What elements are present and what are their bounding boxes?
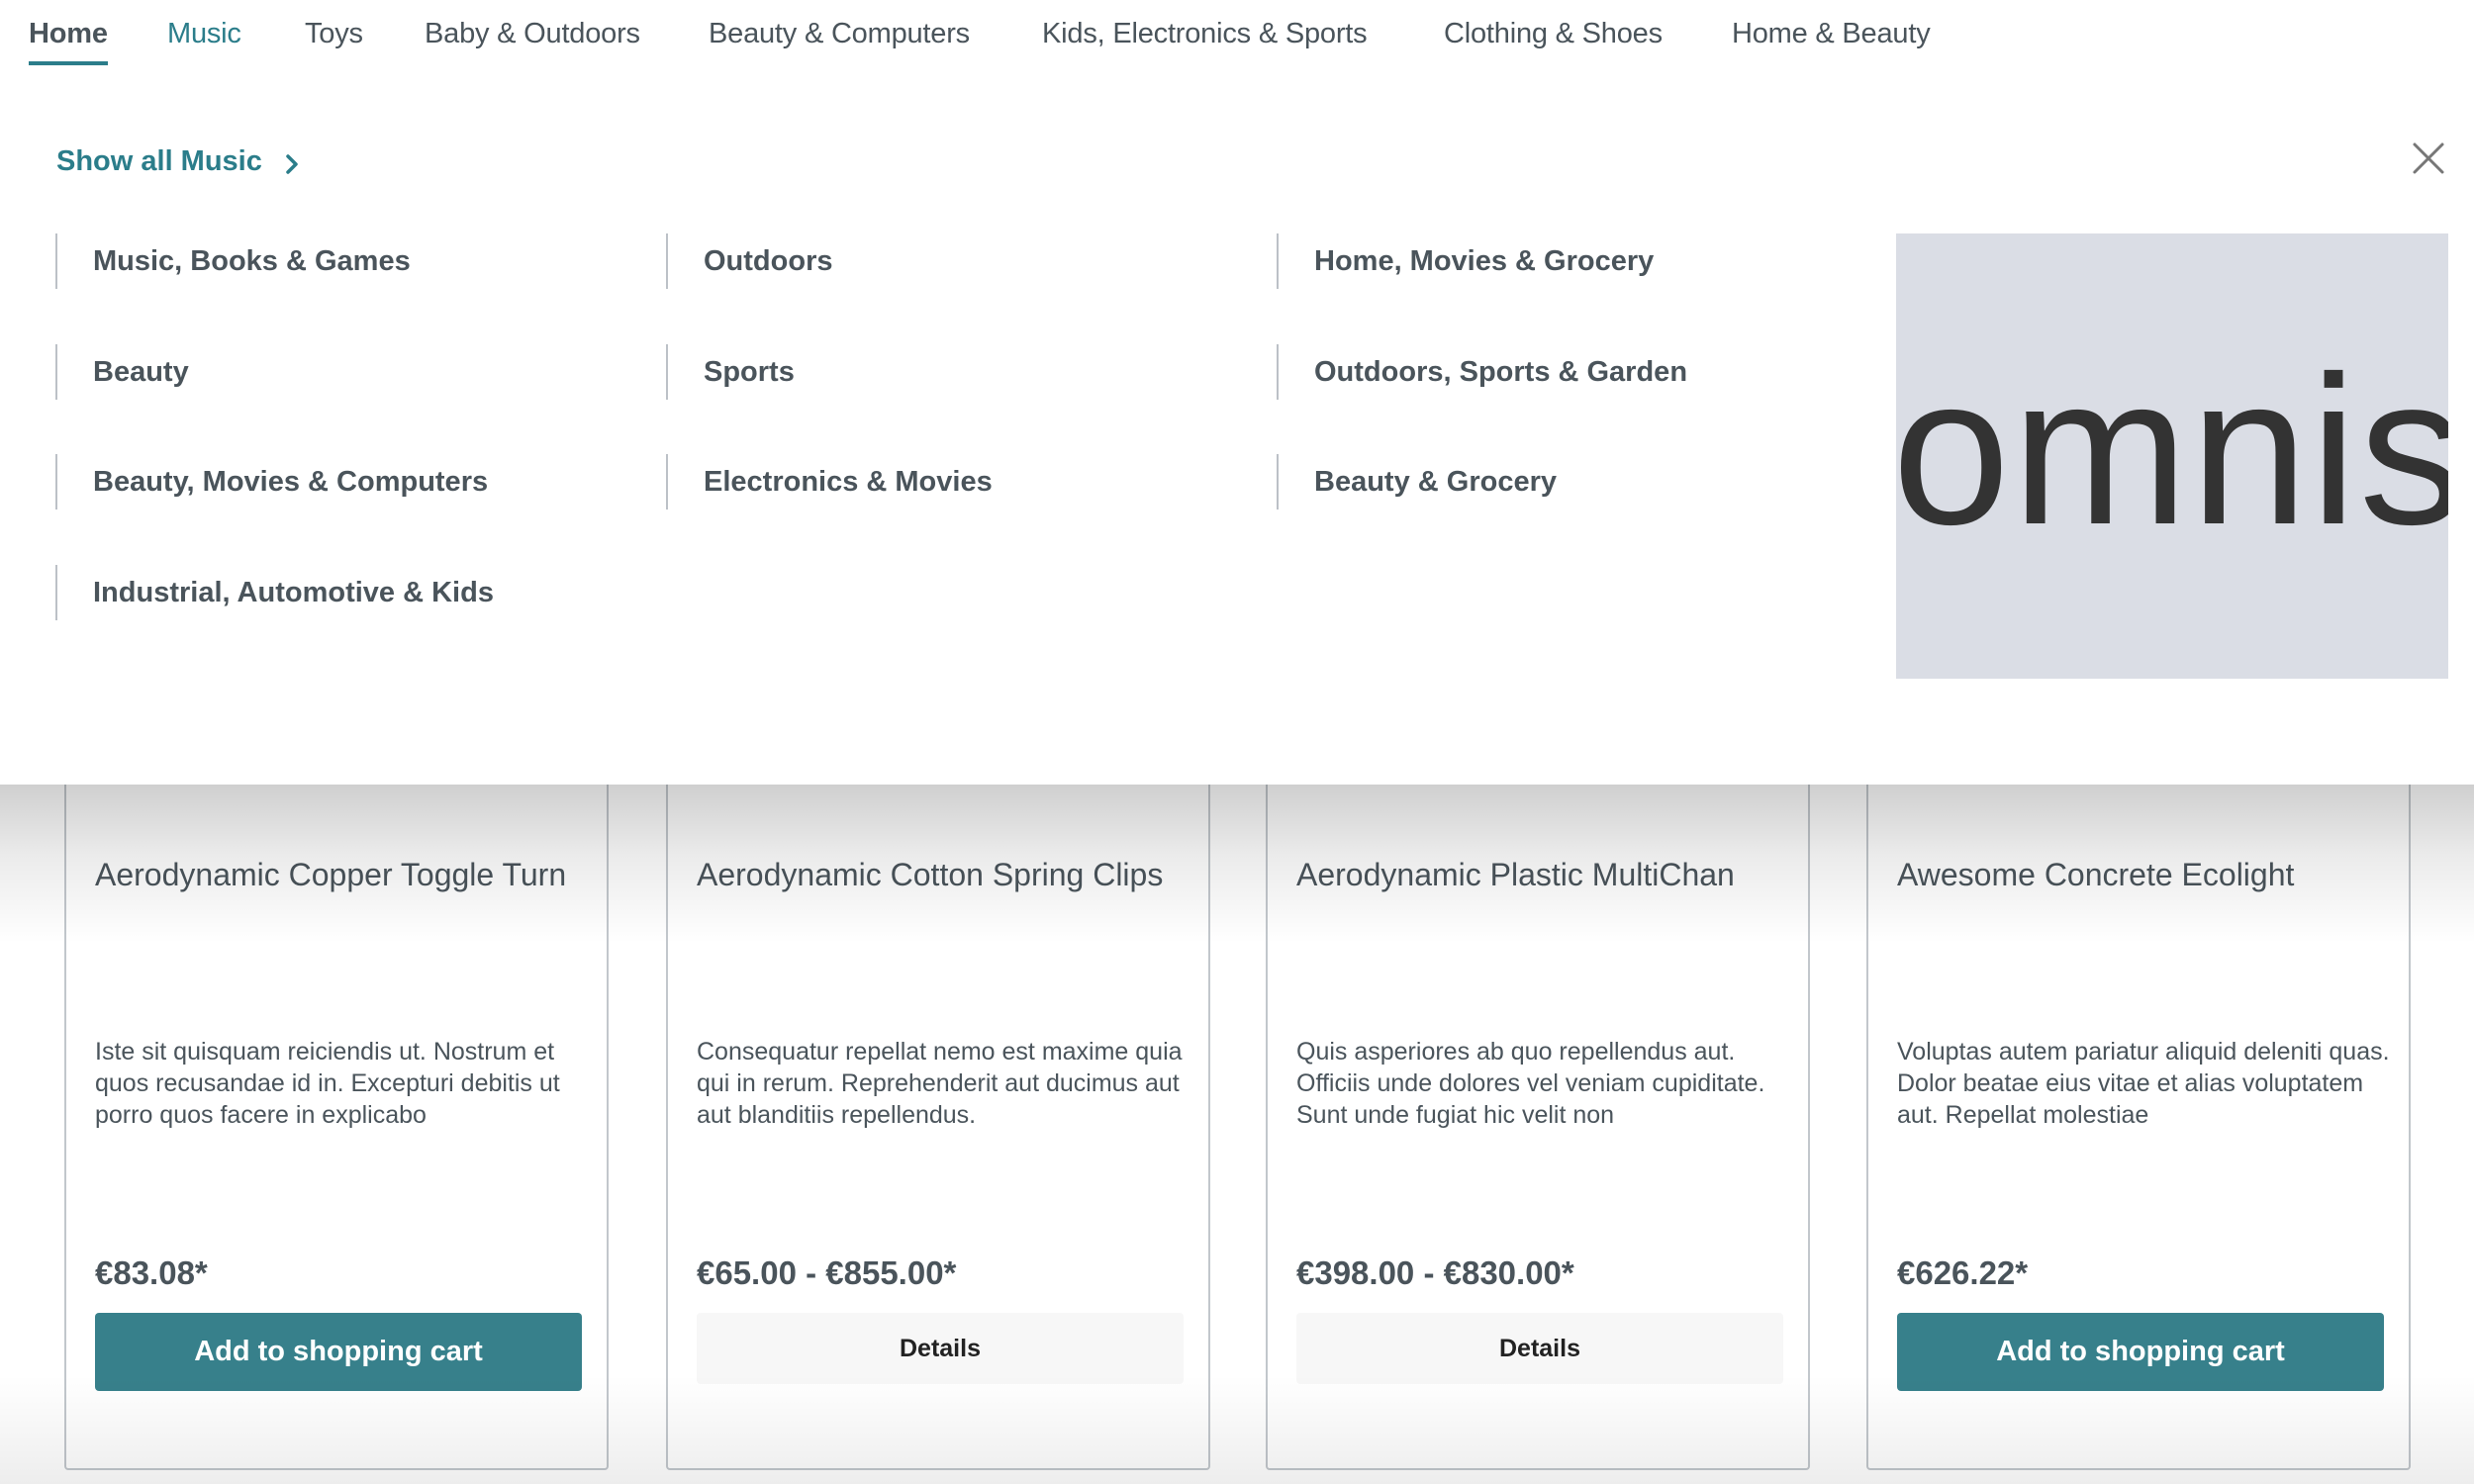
product-card: Aerodynamic Cotton Spring Clips Consequa… [666,745,1210,1470]
category-link[interactable]: Music, Books & Games [55,233,411,289]
product-title[interactable]: Aerodynamic Copper Toggle Turn [95,855,590,894]
product-listing: Aerodynamic Copper Toggle Turn Iste sit … [0,745,2474,1484]
nav-item-clothing-shoes[interactable]: Clothing & Shoes [1444,14,1663,53]
category-link[interactable]: Home, Movies & Grocery [1277,233,1654,289]
product-title[interactable]: Aerodynamic Cotton Spring Clips [697,855,1191,894]
details-button[interactable]: Details [697,1313,1184,1384]
nav-item-music[interactable]: Music [167,14,241,53]
nav-item-home[interactable]: Home [29,14,108,65]
navigation-flyout: Show all Music Music, Books & Games Beau… [0,71,2474,785]
promo-image-text: omnis [1896,332,2448,569]
category-link[interactable]: Beauty [55,344,189,400]
product-card: Awesome Concrete Ecolight Voluptas autem… [1866,745,2411,1470]
category-link[interactable]: Beauty & Grocery [1277,454,1557,510]
category-link[interactable]: Industrial, Automotive & Kids [55,565,494,620]
show-all-label: Show all Music [56,145,262,177]
product-price: €83.08* [95,1254,208,1291]
nav-item-baby-outdoors[interactable]: Baby & Outdoors [425,14,640,53]
product-card: Aerodynamic Plastic MultiChan Quis asper… [1266,745,1810,1470]
add-to-cart-button[interactable]: Add to shopping cart [95,1313,582,1391]
category-link[interactable]: Electronics & Movies [666,454,993,510]
details-button[interactable]: Details [1296,1313,1783,1384]
category-link[interactable]: Outdoors, Sports & Garden [1277,344,1687,400]
add-to-cart-button[interactable]: Add to shopping cart [1897,1313,2384,1391]
nav-item-toys[interactable]: Toys [305,14,363,53]
product-description: Voluptas autem pariatur aliquid deleniti… [1897,1038,2390,1129]
product-price: €65.00 - €855.00* [697,1254,957,1291]
category-link[interactable]: Sports [666,344,795,400]
product-price: €398.00 - €830.00* [1296,1254,1574,1291]
product-description: Quis asperiores ab quo repellendus aut. … [1296,1038,1765,1129]
close-icon[interactable] [2411,140,2446,176]
chevron-right-icon [280,147,304,175]
nav-item-beauty-computers[interactable]: Beauty & Computers [709,14,970,53]
show-all-music-link[interactable]: Show all Music [56,141,304,181]
category-promo-image: omnis [1896,233,2448,679]
nav-item-home-beauty[interactable]: Home & Beauty [1732,14,1931,53]
product-title[interactable]: Awesome Concrete Ecolight [1897,855,2392,894]
nav-item-kids-electronics-sports[interactable]: Kids, Electronics & Sports [1042,14,1368,53]
category-link[interactable]: Outdoors [666,233,833,289]
main-navigation: Home Music Toys Baby & Outdoors Beauty &… [0,0,2474,71]
product-description: Consequatur repellat nemo est maxime qui… [697,1038,1183,1129]
category-link[interactable]: Beauty, Movies & Computers [55,454,488,510]
product-description: Iste sit quisquam reiciendis ut. Nostrum… [95,1038,560,1129]
product-card: Aerodynamic Copper Toggle Turn Iste sit … [64,745,609,1470]
product-price: €626.22* [1897,1254,2029,1291]
product-title[interactable]: Aerodynamic Plastic MultiChan [1296,855,1791,894]
